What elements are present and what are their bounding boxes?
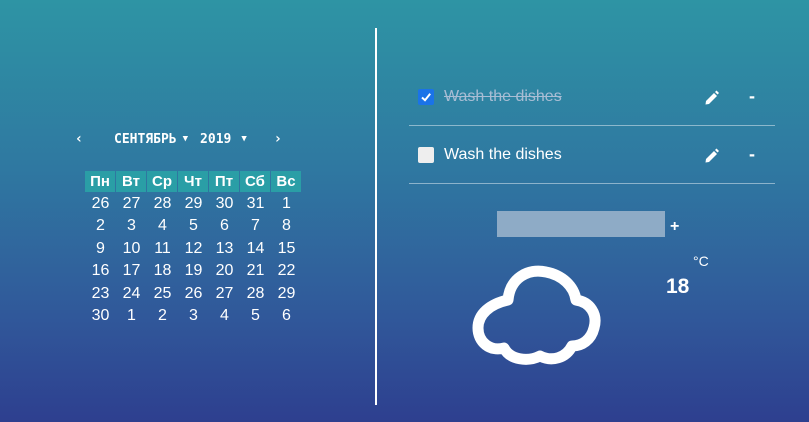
calendar-day[interactable]: 25 bbox=[147, 285, 178, 303]
calendar-week-row: 16 17 18 19 20 21 22 bbox=[85, 260, 302, 283]
calendar-day[interactable]: 17 bbox=[116, 262, 147, 280]
calendar-day[interactable]: 30 bbox=[209, 195, 240, 213]
month-select[interactable]: СЕНТЯБРЬ bbox=[114, 132, 177, 147]
calendar-day[interactable]: 26 bbox=[85, 195, 116, 213]
calendar-day[interactable]: 13 bbox=[209, 240, 240, 258]
calendar-day[interactable]: 22 bbox=[271, 262, 302, 280]
temperature-value: 18 bbox=[666, 275, 690, 298]
calendar-day[interactable]: 5 bbox=[178, 217, 209, 235]
calendar-day[interactable]: 31 bbox=[240, 195, 271, 213]
calendar-day[interactable]: 7 bbox=[240, 217, 271, 235]
calendar-day[interactable]: 6 bbox=[271, 307, 302, 325]
todo-checkbox[interactable] bbox=[418, 146, 434, 163]
calendar-week-row: 30 1 2 3 4 5 6 bbox=[85, 305, 302, 328]
calendar-day[interactable]: 1 bbox=[116, 307, 147, 325]
calendar-day[interactable]: 12 bbox=[178, 240, 209, 258]
calendar-day[interactable]: 2 bbox=[85, 217, 116, 235]
calendar-day[interactable]: 28 bbox=[240, 285, 271, 303]
calendar-day[interactable]: 9 bbox=[85, 240, 116, 258]
calendar-day[interactable]: 10 bbox=[116, 240, 147, 258]
cloud-icon bbox=[472, 265, 601, 365]
weekday-label: Вс bbox=[271, 170, 301, 192]
calendar-day[interactable]: 3 bbox=[116, 217, 147, 235]
todo-checkbox[interactable] bbox=[418, 88, 434, 105]
calendar-day[interactable]: 11 bbox=[147, 240, 178, 258]
calendar-day[interactable]: 15 bbox=[271, 240, 302, 258]
year-select[interactable]: 2019 bbox=[200, 132, 231, 147]
pencil-icon[interactable] bbox=[703, 146, 721, 164]
pencil-icon[interactable] bbox=[703, 88, 721, 106]
month-dropdown-icon[interactable]: ▼ bbox=[183, 134, 188, 144]
calendar-day[interactable]: 23 bbox=[85, 285, 116, 303]
calendar-day[interactable]: 3 bbox=[178, 307, 209, 325]
calendar-header: ‹ СЕНТЯБРЬ ▼ 2019 ▼ › bbox=[70, 128, 320, 150]
calendar-week-row: 9 10 11 12 13 14 15 bbox=[85, 238, 302, 261]
calendar-day[interactable]: 27 bbox=[116, 195, 147, 213]
calendar-day[interactable]: 21 bbox=[240, 262, 271, 280]
weekday-header-row: Пн Вт Ср Чт Пт Сб Вс bbox=[85, 170, 302, 193]
checkmark-icon bbox=[421, 92, 431, 102]
calendar-day[interactable]: 18 bbox=[147, 262, 178, 280]
delete-todo-button[interactable]: - bbox=[749, 144, 755, 165]
calendar-day[interactable]: 14 bbox=[240, 240, 271, 258]
calendar: ‹ СЕНТЯБРЬ ▼ 2019 ▼ › Пн Вт Ср Чт Пт Сб Вс 26 2… bbox=[70, 128, 320, 324]
calendar-day[interactable]: 2 bbox=[147, 307, 178, 325]
calendar-week-row: 2345678 bbox=[85, 215, 302, 238]
calendar-week-row: 23 24 25 26 27 28 29 bbox=[85, 283, 302, 306]
calendar-day[interactable]: 5 bbox=[240, 307, 271, 325]
year-dropdown-icon[interactable]: ▼ bbox=[241, 134, 246, 144]
weekday-label: Ср bbox=[147, 170, 177, 192]
calendar-day[interactable]: 19 bbox=[178, 262, 209, 280]
calendar-day[interactable]: 16 bbox=[85, 262, 116, 280]
calendar-day[interactable]: 26 bbox=[178, 285, 209, 303]
weekday-label: Сб bbox=[240, 170, 270, 192]
todo-text: Wash the dishes bbox=[444, 145, 562, 163]
weekday-label: Вт bbox=[116, 170, 146, 192]
calendar-week-row: 26 27 28 29 30 31 1 bbox=[85, 193, 302, 216]
new-todo-input[interactable] bbox=[497, 211, 665, 237]
calendar-day[interactable]: 1 bbox=[271, 195, 302, 213]
calendar-day[interactable]: 28 bbox=[147, 195, 178, 213]
todo-item: Wash the dishes - bbox=[409, 126, 775, 184]
weekday-label: Пн bbox=[85, 170, 115, 192]
next-month-button[interactable]: › bbox=[269, 131, 287, 147]
calendar-day[interactable]: 4 bbox=[147, 217, 178, 235]
calendar-day[interactable]: 24 bbox=[116, 285, 147, 303]
todo-item: Wash the dishes - bbox=[409, 68, 775, 126]
calendar-day[interactable]: 6 bbox=[209, 217, 240, 235]
todo-text: Wash the dishes bbox=[444, 87, 562, 105]
panel-divider bbox=[375, 28, 377, 405]
temperature-unit: °C bbox=[693, 253, 709, 269]
calendar-day[interactable]: 4 bbox=[209, 307, 240, 325]
weekday-label: Пт bbox=[209, 170, 239, 192]
calendar-day[interactable]: 20 bbox=[209, 262, 240, 280]
add-todo-button[interactable]: + bbox=[670, 218, 679, 236]
prev-month-button[interactable]: ‹ bbox=[70, 131, 88, 147]
calendar-day[interactable]: 27 bbox=[209, 285, 240, 303]
calendar-day[interactable]: 8 bbox=[271, 217, 302, 235]
weekday-label: Чт bbox=[178, 170, 208, 192]
calendar-day[interactable]: 29 bbox=[178, 195, 209, 213]
calendar-grid: Пн Вт Ср Чт Пт Сб Вс 26 27 28 29 30 31 1 2 3 4 5 6 7 8 9 10 11… bbox=[85, 170, 302, 328]
calendar-day[interactable]: 30 bbox=[85, 307, 116, 325]
calendar-day[interactable]: 29 bbox=[271, 285, 302, 303]
delete-todo-button[interactable]: - bbox=[749, 86, 755, 107]
